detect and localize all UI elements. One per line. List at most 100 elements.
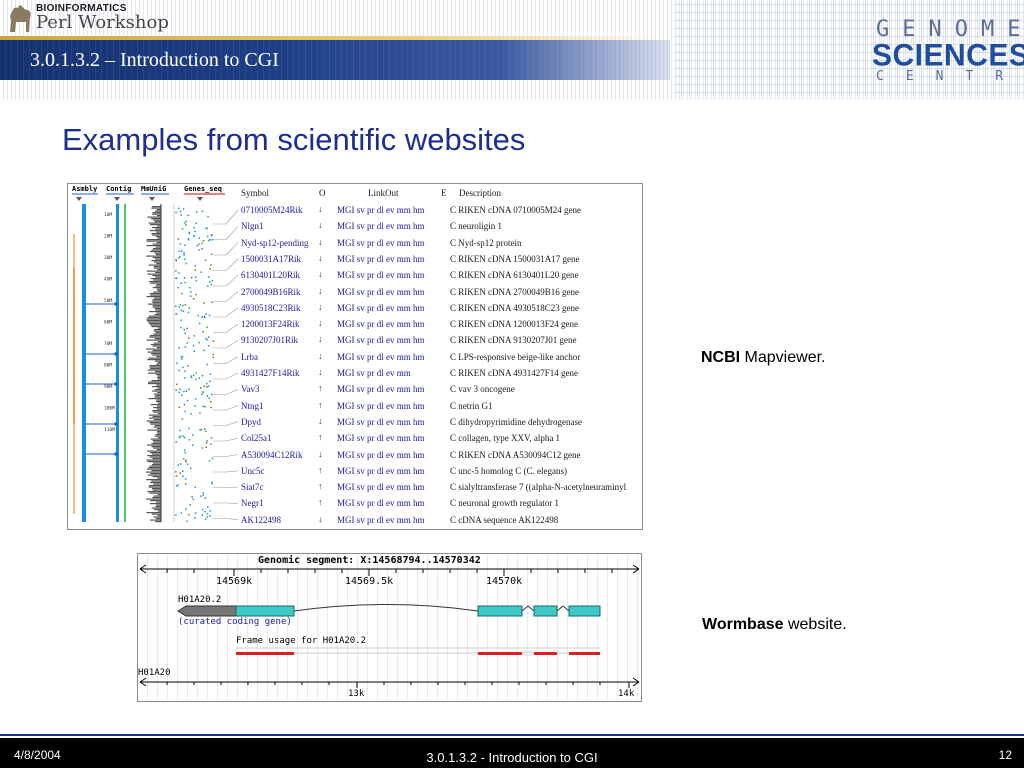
gene-symbol-link[interactable]: 4930518C23Rik: [241, 303, 301, 313]
linkout-links[interactable]: MGI sv pr dl ev mm hm: [337, 515, 425, 525]
gene-connector-line: [213, 258, 239, 271]
table-row: 1500031A17Rik ↓ MGI sv pr dl ev mm hm C RIK…: [238, 251, 642, 267]
gene-description: C RIKEN cDNA 1500031A17 gene: [450, 253, 580, 264]
unigene-density-bar: [146, 512, 161, 514]
linkout-links[interactable]: MGI sv pr dl ev mm hm: [337, 417, 425, 427]
gene-marker: [189, 503, 192, 506]
gene-symbol-link[interactable]: Siat7c: [241, 482, 264, 492]
linkout-links[interactable]: MGI sv pr dl ev mm hm: [337, 205, 425, 215]
gene-symbol-link[interactable]: 1200013F24Rik: [241, 319, 300, 329]
table-row: 9130207J01Rik ↓ MGI sv pr dl ev mm hm C RIK…: [238, 332, 642, 348]
gene-symbol-link[interactable]: Dpyd: [241, 417, 261, 427]
gene-symbol-link[interactable]: Ntng1: [241, 401, 264, 411]
gene-symbol-link[interactable]: Vav3: [241, 384, 260, 394]
unigene-density-bar: [148, 486, 161, 488]
linkout-links[interactable]: MGI sv pr dl ev mm hm: [337, 450, 425, 460]
top-scale-ticks: [166, 569, 613, 576]
linkout-links[interactable]: MGI sv pr dl ev mm hm: [337, 238, 425, 248]
gene-marker: [182, 366, 184, 369]
gene-marker: [190, 467, 192, 470]
gene-description: C vav 3 oncogene: [450, 384, 515, 395]
unigene-density-bar: [154, 314, 161, 316]
linkout-links[interactable]: MGI sv pr dl ev mm hm: [337, 270, 425, 280]
linkout-links[interactable]: MGI sv pr dl ev mm hm: [337, 433, 425, 443]
ideogram-header-mmunig[interactable]: MmUniG: [141, 185, 166, 193]
gene-marker: [183, 390, 185, 393]
linkout-links[interactable]: MGI sv pr dl ev mm hm: [337, 287, 425, 297]
gene-marker: [179, 243, 182, 245]
gene-marker: [183, 403, 186, 406]
ideogram-header-genes-seq[interactable]: Genes_seq: [184, 185, 222, 193]
gene-marker: [201, 316, 203, 318]
gene-marker: [208, 281, 211, 283]
table-row: Siat7c ↑ MGI sv pr dl ev mm hm C sialyltran…: [238, 479, 642, 495]
gene-marker: [186, 463, 189, 465]
gene-symbol-link[interactable]: 6130401L20Rik: [241, 270, 300, 280]
linkout-links[interactable]: MGI sv pr dl ev mm hm: [337, 303, 425, 313]
gene-symbol-link[interactable]: 1500031A17Rik: [241, 254, 301, 264]
linkout-links[interactable]: MGI sv pr dl ev mm hm: [337, 221, 425, 231]
gene-symbol-link[interactable]: Unc5c: [241, 466, 265, 476]
unigene-density-bar: [154, 252, 161, 254]
gene-marker: [175, 514, 177, 516]
gene-description: C unc-5 homolog C (C. elegans): [450, 465, 567, 476]
linkout-links[interactable]: MGI sv pr dl ev mm hm: [337, 498, 425, 508]
linkout-links[interactable]: MGI sv pr dl ev mm hm: [337, 482, 425, 492]
gene-description: C dihydropyrimidine dehydrogenase: [450, 416, 582, 427]
gene-marker: [201, 242, 203, 245]
linkout-links[interactable]: MGI sv pr dl ev mm hm: [337, 401, 425, 411]
unigene-density-bar: [155, 228, 161, 230]
gene-symbol-link[interactable]: Nlgn1: [241, 221, 264, 231]
orientation-arrow-icon: ↑: [318, 383, 323, 394]
gene-symbol-link[interactable]: 2700049B16Rik: [241, 287, 301, 297]
unigene-density-bar: [155, 254, 161, 256]
unigene-density-bar: [155, 236, 161, 238]
gene-symbol-link[interactable]: Col25a1: [241, 433, 272, 443]
unigene-density-bar: [157, 428, 161, 430]
unigene-density-bar: [151, 380, 161, 382]
ideogram-header-asmbly[interactable]: Asmbly: [72, 185, 97, 193]
clone-label[interactable]: H01A20: [138, 668, 171, 678]
gene-symbol-link[interactable]: Negr1: [241, 498, 264, 508]
unigene-density-bar: [149, 417, 161, 419]
gene-name-label[interactable]: H01A20.2: [178, 595, 221, 605]
gene-description: C LPS-responsive beige-like anchor: [450, 351, 581, 362]
gene-symbol-link[interactable]: 0710005M24Rik: [241, 205, 303, 215]
gene-symbol-link[interactable]: Nyd-sp12-pending: [241, 238, 309, 248]
gene-marker: [206, 516, 208, 518]
gene-marker: [184, 244, 186, 246]
linkout-links[interactable]: MGI sv pr dl ev mm hm: [337, 466, 425, 476]
linkout-links[interactable]: MGI sv pr dl ev mm hm: [337, 254, 425, 264]
unigene-density-bar: [146, 420, 161, 422]
gene-symbol-link[interactable]: 9130207J01Rik: [241, 335, 298, 345]
unigene-density-bar: [146, 459, 161, 461]
unigene-density-bar: [148, 281, 161, 283]
header-arrow-icon: [197, 197, 203, 201]
gene-symbol-link[interactable]: Lrba: [241, 352, 258, 362]
gene-marker: [195, 378, 197, 381]
linkout-links[interactable]: MGI sv pr dl ev mm hm: [337, 319, 425, 329]
unigene-density-bar: [153, 291, 161, 293]
gene-marker: [210, 443, 212, 445]
gene-symbol-link[interactable]: 4931427F14Rik: [241, 368, 300, 378]
linkout-links[interactable]: MGI sv pr dl ev mm hm: [337, 352, 425, 362]
table-row: 6130401L20Rik ↓ MGI sv pr dl ev mm hm C RIK…: [238, 267, 642, 283]
gene-marker: [211, 280, 214, 282]
ideogram-header-contig[interactable]: Contig: [106, 185, 131, 193]
gene-marker: [181, 418, 184, 420]
gene-marker: [180, 319, 183, 321]
linkout-links[interactable]: MGI sv pr dl ev mm: [337, 368, 411, 378]
unigene-density-bar: [156, 209, 161, 211]
mb-tick-label: 20M: [104, 234, 112, 240]
gene-marker: [204, 510, 206, 513]
unigene-density-bar: [152, 447, 161, 449]
linkout-links[interactable]: MGI sv pr dl ev mm hm: [337, 335, 425, 345]
gene-marker: [186, 399, 189, 402]
linkout-links[interactable]: MGI sv pr dl ev mm hm: [337, 384, 425, 394]
gene-marker: [187, 214, 190, 217]
gene-symbol-link[interactable]: A530094C12Rik: [241, 450, 303, 460]
unigene-density-bar: [148, 264, 161, 266]
gene-symbol-link[interactable]: AK122498: [241, 515, 281, 525]
gene-connector-line: [213, 274, 239, 287]
wormbase-screenshot: Genomic segment: X:14568794..14570342 14…: [137, 553, 642, 702]
